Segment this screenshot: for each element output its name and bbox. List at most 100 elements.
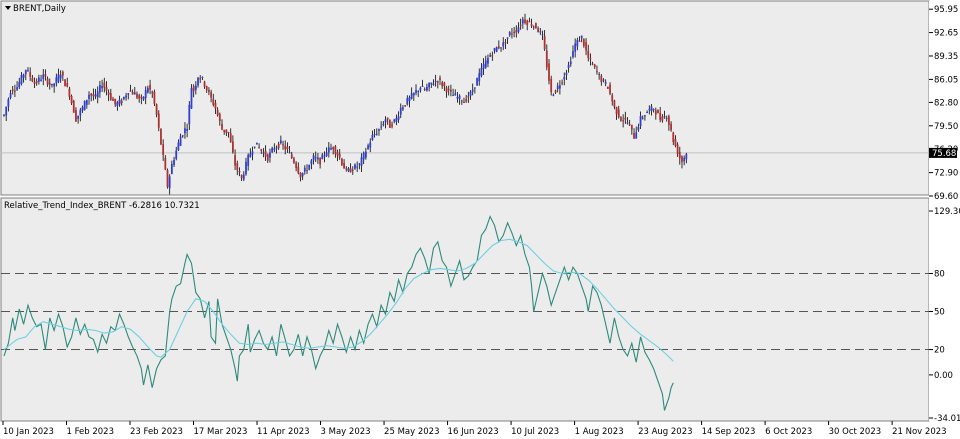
price-panel[interactable]: [0, 0, 930, 196]
candle-body: [410, 93, 413, 99]
current-price-label: 75.68: [932, 149, 956, 159]
candle-body: [554, 90, 557, 93]
candle-body: [465, 99, 468, 102]
candle-body: [487, 57, 489, 64]
candle-body: [589, 58, 592, 60]
candle-body: [170, 164, 173, 174]
time-axis-label: 17 Mar 2023: [194, 427, 248, 437]
candle-body: [567, 64, 570, 69]
candle-body: [27, 70, 29, 72]
candle-body: [665, 117, 668, 119]
candle-body: [271, 148, 274, 152]
candle-body: [153, 91, 156, 104]
indicator-panel[interactable]: [0, 197, 930, 422]
candle-body: [66, 83, 69, 87]
candle-body: [308, 164, 311, 170]
candle-body: [552, 94, 555, 96]
candle-body: [580, 35, 583, 39]
candle-body: [57, 74, 60, 82]
candle-body: [397, 116, 400, 120]
candle-body: [369, 142, 372, 148]
candle-body: [88, 94, 90, 99]
candle-body: [670, 123, 672, 131]
candle-body: [81, 107, 84, 111]
candle-body: [582, 38, 585, 47]
candle-body: [42, 74, 45, 80]
candle-body: [275, 147, 278, 149]
candle-body: [236, 163, 239, 171]
candle-body: [321, 154, 324, 160]
candle-body: [290, 154, 293, 159]
candle-body: [406, 98, 409, 105]
candle-body: [545, 50, 548, 68]
candle-body: [351, 169, 354, 171]
candle-body: [678, 152, 681, 159]
candle-body: [35, 81, 38, 83]
candle-body: [541, 34, 544, 36]
candle-body: [419, 87, 422, 91]
candle-body: [177, 142, 180, 151]
candle-body: [31, 77, 34, 82]
candle-body: [469, 91, 472, 97]
time-axis-label: 16 Jun 2023: [448, 427, 499, 437]
candle-body: [136, 93, 138, 98]
time-axis-label: 1 Feb 2023: [67, 427, 115, 437]
candle-body: [334, 146, 337, 154]
candle-body: [480, 67, 483, 76]
candle-body: [24, 70, 27, 75]
candle-body: [190, 88, 193, 109]
candle-body: [423, 88, 426, 91]
time-axis-label: 6 Oct 2023: [765, 427, 812, 437]
candle-body: [384, 119, 387, 123]
candle-body: [598, 74, 601, 76]
candle-body: [530, 24, 533, 27]
candle-body: [295, 162, 298, 169]
price-axis: 95.9592.6589.3586.0582.8079.5076.2072.90…: [929, 5, 958, 202]
candle-body: [421, 86, 424, 88]
candle-body: [482, 64, 485, 69]
candle-body: [33, 81, 36, 84]
candle-body: [266, 154, 269, 161]
candle-body: [506, 37, 509, 39]
chart: BRENT,Daily Relative_Trend_Index_BRENT -…: [0, 0, 960, 439]
candle-body: [192, 86, 195, 92]
candle-body: [149, 84, 151, 90]
candle-body: [40, 79, 42, 81]
candle-body: [155, 104, 158, 115]
candle-body: [463, 102, 465, 104]
candle-body: [345, 168, 348, 170]
candle-body: [491, 55, 494, 57]
time-axis-label: 10 Jan 2023: [3, 427, 54, 437]
candle-body: [323, 155, 326, 157]
candle-body: [364, 151, 367, 158]
candle-body: [151, 91, 154, 94]
candle-body: [615, 107, 618, 115]
time-axis-label: 1 Aug 2023: [575, 427, 624, 437]
time-axis-label: 25 May 2023: [384, 427, 439, 437]
candle-body: [186, 128, 189, 131]
candle-body: [168, 176, 171, 189]
candle-body: [7, 99, 10, 107]
indicator-axis-label: -34.01: [934, 414, 960, 424]
candle-body: [22, 74, 25, 78]
candle-body: [46, 78, 49, 85]
candle-body: [626, 122, 629, 124]
candle-body: [426, 87, 428, 91]
candle-body: [508, 32, 511, 36]
candle-body: [75, 109, 77, 122]
candle-body: [277, 143, 280, 148]
candle-body: [537, 28, 539, 33]
candle-body: [467, 96, 470, 98]
candle-body: [548, 63, 550, 81]
candle-body: [301, 173, 304, 177]
candle-body: [85, 99, 88, 105]
candle-body: [659, 112, 662, 120]
candle-body: [212, 98, 215, 105]
candle-body: [447, 89, 450, 91]
candle-body: [253, 146, 256, 148]
candle-body: [661, 116, 664, 121]
candle-body: [341, 158, 343, 165]
candle-body: [556, 85, 559, 90]
candle-body: [587, 50, 590, 59]
candle-body: [127, 93, 130, 95]
